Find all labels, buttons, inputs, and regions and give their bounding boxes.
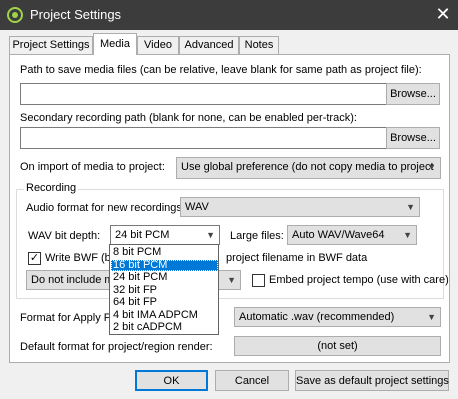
bit-depth-option[interactable]: 4 bit IMA ADPCM	[111, 309, 218, 321]
apply-fx-format-value: Automatic .wav (recommended)	[239, 311, 395, 323]
save-default-button[interactable]: Save as default project settings	[295, 370, 449, 391]
checkmark-icon: ✓	[29, 252, 40, 264]
recording-group-label: Recording	[24, 182, 79, 194]
audio-format-value: WAV	[185, 201, 209, 213]
browse-button[interactable]: Browse...	[386, 83, 440, 105]
tab-media[interactable]: Media	[93, 33, 137, 55]
tab-notes[interactable]: Notes	[239, 36, 279, 54]
bit-depth-option[interactable]: 8 bit PCM	[111, 247, 218, 258]
bit-depth-option[interactable]: 64 bit FP	[111, 297, 218, 308]
secondary-browse-button[interactable]: Browse...	[386, 127, 440, 149]
apply-fx-format-select[interactable]: Automatic .wav (recommended) ▼	[234, 307, 441, 327]
chevron-down-icon: ▼	[403, 230, 412, 240]
include-select-value: Do not include m	[31, 274, 114, 286]
bit-depth-option[interactable]: 32 bit FP	[111, 284, 218, 296]
tab-project-settings[interactable]: Project Settings	[9, 36, 93, 54]
window-title: Project Settings	[30, 7, 122, 22]
cancel-button[interactable]: Cancel	[215, 370, 289, 391]
ok-button[interactable]: OK	[135, 370, 208, 391]
path-label: Path to save media files (can be relativ…	[20, 64, 422, 76]
large-files-select[interactable]: Auto WAV/Wave64 ▼	[287, 225, 417, 245]
embed-tempo-checkbox[interactable]	[252, 274, 265, 287]
wav-bit-depth-label: WAV bit depth:	[28, 230, 101, 242]
default-render-format-button[interactable]: (not set)	[234, 336, 441, 356]
bit-depth-option-selected[interactable]: 16 bit PCM	[111, 259, 218, 271]
chevron-down-icon: ▼	[406, 202, 415, 212]
wav-bit-depth-value: 24 bit PCM	[115, 229, 170, 241]
large-files-label: Large files:	[230, 230, 284, 242]
bit-depth-option[interactable]: 2 bit cADPCM	[111, 322, 218, 333]
audio-format-label: Audio format for new recordings:	[26, 202, 185, 214]
media-panel: Path to save media files (can be relativ…	[9, 54, 450, 363]
chevron-down-icon: ▼	[427, 162, 436, 172]
bit-depth-option[interactable]: 24 bit PCM	[111, 272, 218, 283]
close-button[interactable]: ✕	[428, 1, 458, 29]
import-select[interactable]: Use global preference (do not copy media…	[176, 157, 441, 179]
embed-tempo-label: Embed project tempo (use with care)	[269, 274, 449, 286]
tab-video[interactable]: Video	[137, 36, 179, 54]
secondary-path-field[interactable]	[20, 127, 390, 149]
audio-format-select[interactable]: WAV ▼	[180, 197, 420, 217]
import-select-value: Use global preference (do not copy media…	[181, 161, 434, 173]
wav-bit-depth-dropdown: 8 bit PCM 16 bit PCM 24 bit PCM 32 bit F…	[109, 244, 219, 335]
large-files-value: Auto WAV/Wave64	[292, 229, 385, 241]
write-bwf-checkbox[interactable]: ✓	[28, 252, 41, 265]
media-path-field[interactable]	[20, 83, 390, 105]
wav-bit-depth-select[interactable]: 24 bit PCM ▼	[110, 225, 220, 245]
chevron-down-icon: ▼	[427, 312, 436, 322]
secondary-path-label: Secondary recording path (blank for none…	[20, 112, 357, 124]
write-bwf-label: Write BWF (b	[45, 252, 111, 264]
chevron-down-icon: ▼	[206, 230, 215, 240]
import-label: On import of media to project:	[20, 161, 165, 173]
default-render-format-label: Default format for project/region render…	[20, 341, 213, 353]
reaper-app-icon	[7, 7, 23, 23]
project-filename-label: project filename in BWF data	[226, 252, 368, 264]
tab-advanced[interactable]: Advanced	[179, 36, 239, 54]
apply-fx-format-label: Format for Apply FX	[20, 312, 118, 324]
chevron-down-icon: ▼	[227, 275, 236, 285]
title-bar: Project Settings ✕	[0, 0, 458, 30]
